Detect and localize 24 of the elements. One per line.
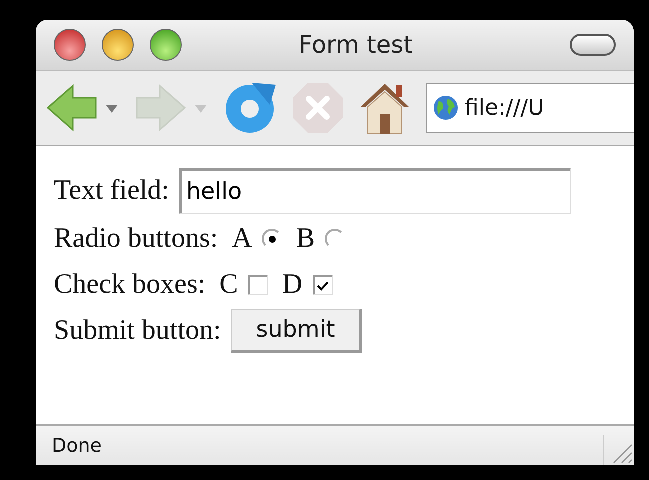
check-mark-icon [317, 280, 330, 290]
checkbox[interactable] [312, 275, 333, 295]
checkbox-label: D [282, 269, 303, 301]
checkbox-label: C [220, 269, 238, 301]
text-field[interactable]: hello [179, 168, 572, 214]
submit-button[interactable]: submit [231, 309, 362, 353]
field-label: Text field: [54, 175, 170, 207]
reload-icon[interactable] [224, 81, 278, 135]
field-label: Submit button: [54, 315, 222, 347]
resize-grip-icon[interactable] [603, 435, 634, 465]
radio-label: B [296, 223, 316, 255]
field-label: Check boxes: [54, 269, 206, 301]
radio-label: A [232, 223, 252, 255]
zoom-button[interactable] [150, 29, 182, 61]
minimize-button[interactable] [102, 29, 134, 61]
close-button[interactable] [54, 29, 86, 61]
globe-icon [433, 95, 459, 121]
checkbox[interactable] [248, 275, 268, 295]
back-arrow-icon[interactable] [46, 83, 121, 133]
field-label: Radio buttons: [54, 223, 218, 255]
window-title: Form test [298, 31, 414, 59]
toolbar-toggle-button[interactable] [570, 34, 616, 56]
address-field[interactable]: file:///U [426, 83, 634, 133]
status-text: Done [52, 434, 103, 456]
